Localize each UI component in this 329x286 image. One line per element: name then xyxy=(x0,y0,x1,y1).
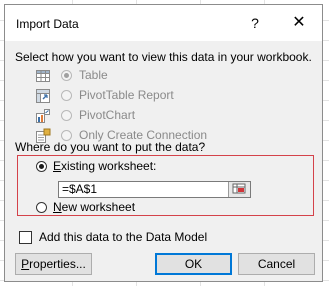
close-button[interactable]: ✕ xyxy=(288,12,310,34)
table-icon xyxy=(36,70,50,82)
table-option-label: Table xyxy=(79,68,108,82)
ok-button[interactable]: OK xyxy=(155,253,232,275)
new-worksheet-label: New worksheet xyxy=(53,200,136,214)
properties-button[interactable]: Properties... xyxy=(15,253,92,275)
existing-worksheet-radio[interactable] xyxy=(36,161,47,172)
dialog-titlebar: Import Data ? ✕ xyxy=(5,5,322,41)
help-button[interactable]: ? xyxy=(245,13,265,33)
pivotchart-radio[interactable] xyxy=(61,110,72,121)
pivotchart-icon xyxy=(36,109,50,123)
data-model-checkbox[interactable] xyxy=(19,231,32,244)
pivottable-icon xyxy=(36,89,50,103)
cancel-button[interactable]: Cancel xyxy=(238,253,315,275)
pivotchart-option-label: PivotChart xyxy=(79,108,136,122)
collapse-dialog-button[interactable] xyxy=(228,182,250,197)
import-data-dialog: Import Data ? ✕ Select how you want to v… xyxy=(4,4,323,282)
pivottable-radio[interactable] xyxy=(61,90,72,101)
dialog-title: Import Data xyxy=(16,17,79,31)
existing-worksheet-label: Existing worksheet: xyxy=(53,159,157,173)
new-worksheet-radio[interactable] xyxy=(36,202,47,213)
cell-reference-input[interactable]: =$A$1 xyxy=(58,181,251,198)
pivottable-option-label: PivotTable Report xyxy=(79,88,174,102)
data-model-label: Add this data to the Data Model xyxy=(39,230,208,244)
table-radio[interactable] xyxy=(61,70,72,81)
range-select-icon xyxy=(232,183,246,194)
view-prompt-label: Select how you want to view this data in… xyxy=(15,50,312,64)
destination-prompt-label: Where do you want to put the data? xyxy=(15,140,206,154)
